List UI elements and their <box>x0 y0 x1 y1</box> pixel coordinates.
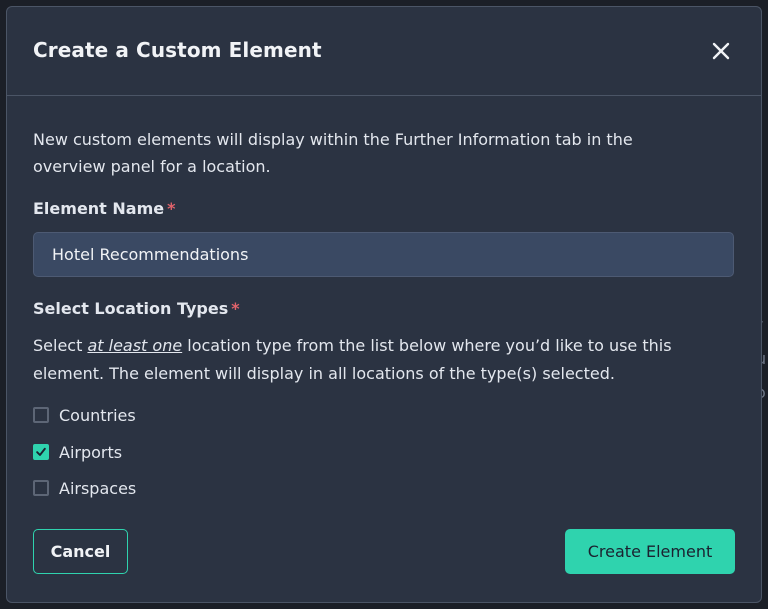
required-marker: * <box>167 199 176 218</box>
option-countries[interactable]: Countries <box>33 403 136 427</box>
dialog-title: Create a Custom Element <box>33 38 322 62</box>
airspaces-label: Airspaces <box>59 478 137 498</box>
airports-label: Airports <box>59 442 123 462</box>
option-airspaces[interactable]: Airspaces <box>33 476 136 500</box>
instructions-emphasis: at least one <box>87 336 183 355</box>
airspaces-checkbox[interactable] <box>33 480 49 496</box>
custom-element-dialog: Create a Custom Element New custom eleme… <box>6 6 762 603</box>
location-types-instructions: Select at least one location type from t… <box>33 332 733 388</box>
location-types-label: Select Location Types * <box>33 299 240 318</box>
create-element-button[interactable]: Create Element <box>565 529 735 574</box>
dialog-description: New custom elements will display within … <box>33 130 633 176</box>
checkmark-icon <box>36 447 46 456</box>
option-airports[interactable]: Airports <box>33 440 122 464</box>
instructions-prefix: Select <box>33 336 88 355</box>
close-icon <box>712 42 730 60</box>
required-marker: * <box>231 299 240 318</box>
airports-checkbox[interactable] <box>33 444 49 460</box>
element-name-label: Element Name * <box>33 199 175 218</box>
dialog-header: Create a Custom Element <box>7 7 761 96</box>
cancel-button[interactable]: Cancel <box>33 529 128 574</box>
countries-checkbox[interactable] <box>33 407 49 423</box>
element-name-input[interactable] <box>33 232 734 277</box>
close-button[interactable] <box>707 37 735 65</box>
location-types-label-text: Select Location Types <box>33 299 229 318</box>
countries-label: Countries <box>59 405 136 425</box>
element-name-label-text: Element Name <box>33 199 165 218</box>
